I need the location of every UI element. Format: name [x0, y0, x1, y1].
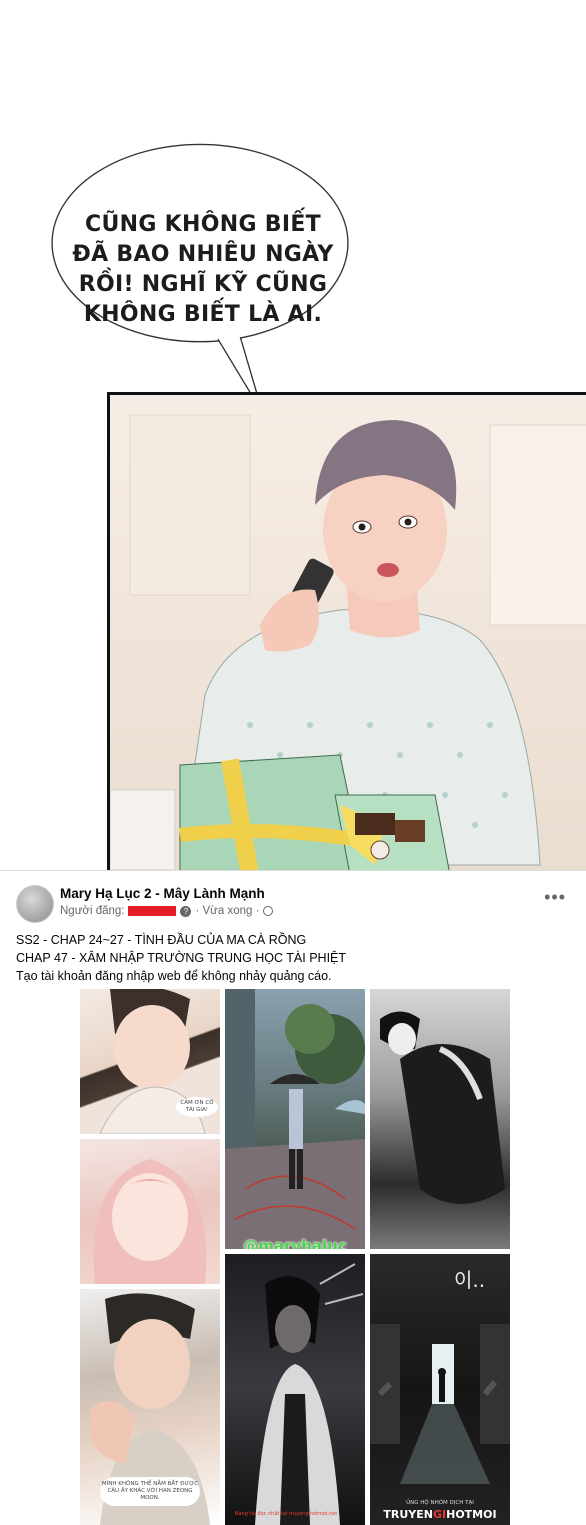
post-line: Tạo tài khoản đăng nhập web để không nhả…	[16, 969, 332, 983]
grid-image-thinking-boy[interactable]: MÌNH KHÔNG THỂ NẮM BẮT ĐƯỢC CẬU ẤY KHÁC …	[80, 1289, 220, 1525]
speech-bubble-text: CŨNG KHÔNG BIẾT ĐÃ BAO NHIÊU NGÀY RỒI! N…	[72, 212, 334, 327]
question-icon[interactable]: ?	[180, 905, 192, 917]
grid-image-dark-boy-bed[interactable]	[370, 989, 510, 1249]
facebook-post: Mary Hạ Lục 2 - Mây Lành Mạnh Người đăng…	[0, 870, 586, 1525]
post-time[interactable]: · Vừa xong ·	[195, 905, 259, 917]
tile-caption: ỦNG HỘ NHÓM DỊCH TẠI	[406, 1500, 474, 1506]
watermark: @maryhaluc	[243, 1237, 347, 1249]
redacted-name	[128, 906, 177, 916]
comic-illustration	[107, 392, 586, 870]
tile-speech: CẢM ƠN CÔ TÁI GIA!	[176, 1097, 218, 1117]
post-line: SS2 - CHAP 24~27 - TÌNH ĐẦU CỦA MA CÀ RỒ…	[16, 933, 307, 947]
post-author[interactable]: Mary Hạ Lục 2 - Mây Lành Mạnh	[60, 886, 265, 901]
tile-caption: Bảng tải đọc nhất tại truyengihotmoi.net	[235, 1511, 338, 1517]
tile-sfx: 이..	[454, 1268, 486, 1292]
tile-art	[380, 1011, 505, 1204]
grid-image-pink-hair-girl[interactable]	[80, 1139, 220, 1284]
character-illustration	[110, 414, 586, 870]
grid-image-smiling-boy[interactable]: 문득 CẢM ƠN CÔ TÁI GIA!	[80, 989, 220, 1134]
grid-image-rain-street[interactable]: @maryhaluc	[225, 989, 365, 1249]
tile-art	[255, 1263, 364, 1525]
post-meta: Người đăng: ? · Vừa xong ·	[60, 905, 274, 917]
poster-label: Người đăng:	[60, 905, 125, 917]
comic-panel: CŨNG KHÔNG BIẾT ĐÃ BAO NHIÊU NGÀY RỒI! N…	[0, 0, 586, 870]
post-body: SS2 - CHAP 24~27 - TÌNH ĐẦU CỦA MA CÀ RỒ…	[16, 931, 346, 985]
avatar[interactable]	[16, 885, 54, 923]
more-options-icon[interactable]: •••	[544, 887, 566, 908]
tile-art	[225, 989, 365, 1249]
tile-speech: MÌNH KHÔNG THỂ NẮM BẮT ĐƯỢC CẬU ẤY KHÁC …	[100, 1477, 200, 1506]
globe-icon	[263, 906, 274, 916]
tile-art	[93, 1159, 207, 1284]
grid-image-doorway[interactable]: 이.. ỦNG HỘ NHÓM DỊCH TẠI TRUYENGIHOTMOI	[370, 1254, 510, 1525]
post-line: CHAP 47 - XÂM NHẬP TRƯỜNG TRUNG HỌC TÀI …	[16, 951, 347, 965]
grid-image-dark-figure[interactable]: Bảng tải đọc nhất tại truyengihotmoi.net	[225, 1254, 365, 1525]
tile-sfx: 문득	[194, 1051, 206, 1057]
image-grid[interactable]: 문득 CẢM ƠN CÔ TÁI GIA! MÌNH KHÔNG THỂ NẮM…	[80, 989, 510, 1525]
tile-art	[370, 1324, 510, 1484]
truyengihotmoi-logo: TRUYENGIHOTMOI	[383, 1508, 497, 1521]
